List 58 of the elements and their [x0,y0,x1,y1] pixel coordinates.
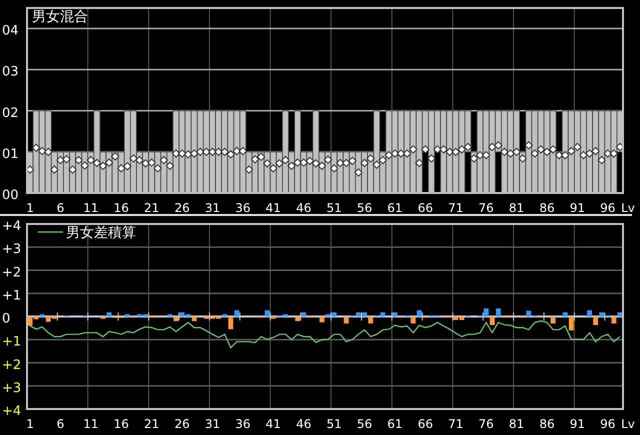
x-tick-label: 86 [539,201,555,214]
x-tick-label: 26 [174,417,190,431]
y-tick-label: 01 [2,146,19,162]
x-tick-label: 91 [570,201,586,214]
x-tick-label: 41 [266,201,281,214]
y-tick-label: 02 [2,106,19,121]
x-tick-label: 16 [114,417,129,431]
x-tick-label: 41 [266,417,281,431]
x-tick-label: 86 [539,417,555,431]
x-tick-label: 66 [418,417,433,431]
x-tick-label: 56 [356,201,372,214]
y-tick-label: +1 [2,334,22,350]
x-tick-label: 16 [114,201,129,214]
legend-label: 男女差積算 [66,225,136,241]
x-tick-label: 61 [387,201,403,214]
x-tick-label: 51 [326,417,342,431]
x-tick-label: 51 [326,201,342,214]
y-tick-label: 0 [2,312,10,326]
x-tick-label: 71 [448,417,464,431]
y-tick-label: +2 [2,358,22,373]
x-tick-label: 21 [144,417,160,431]
x-tick-label: 36 [235,417,251,431]
y-tick-label: +2 [2,265,22,280]
x-tick-label: 21 [144,201,160,214]
x-tick-label: 76 [478,417,494,431]
x-tick-label: 36 [235,201,251,214]
x-tick-label: 6 [56,417,64,431]
x-tick-label: 81 [508,201,524,214]
x-tick-label: 11 [83,417,98,431]
x-tick-label: 1 [26,417,34,431]
x-tick-label: 96 [600,417,616,431]
x-tick-label: 26 [174,201,190,214]
x-tick-label: 61 [387,417,403,431]
y-tick-label: +4 [2,219,22,234]
x-tick-label: 31 [204,201,220,214]
x-tick-label: 1 [26,201,34,214]
x-tick-label: 31 [204,417,220,431]
legend-label: 男女混合 [32,9,88,25]
y-tick-label: +4 [2,404,22,419]
y-tick-label: 04 [2,24,19,39]
x-tick-label: 71 [448,201,464,214]
x-tick-label: 66 [418,201,433,214]
y-tick-label: 03 [2,64,19,80]
x-tick-label: 46 [296,201,312,214]
x-tick-label: 81 [508,417,524,431]
axis-label: Lv [621,417,635,431]
x-tick-label: 6 [56,201,64,214]
x-tick-label: 76 [478,201,494,214]
x-tick-label: 91 [570,417,586,431]
x-tick-label: 11 [83,201,98,214]
x-tick-label: 46 [296,417,312,431]
x-tick-label: 56 [356,417,372,431]
y-tick-label: +3 [2,242,22,258]
x-tick-label: 96 [600,201,616,214]
y-tick-label: +3 [2,380,22,396]
y-tick-label: 00 [2,188,19,203]
y-tick-label: +1 [2,288,22,304]
axis-label: Lv [621,201,635,214]
